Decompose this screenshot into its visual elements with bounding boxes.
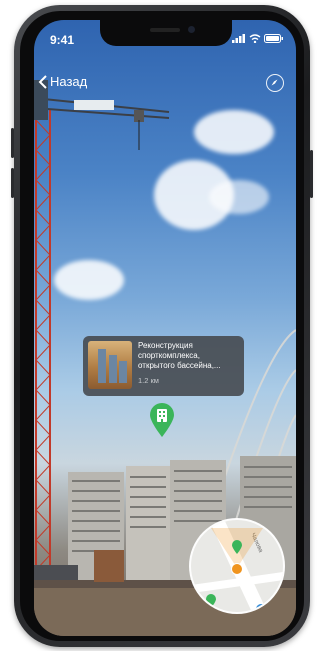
status-time: 9:41 [50,33,75,47]
object-info-card[interactable]: Реконструкция спорткомплекса, открытого … [83,336,244,396]
ar-camera-view[interactable]: 9:41 Назад Реконструкция спорткомплекса,… [34,20,296,636]
user-location-marker [231,563,243,575]
chevron-left-icon [38,74,47,89]
volume-down-button [11,168,14,198]
object-thumbnail [88,341,132,389]
object-distance: 1.2 км [138,376,159,385]
wifi-icon [249,34,261,43]
minimap[interactable]: Чалова [189,518,285,614]
back-button[interactable]: Назад [38,74,87,89]
compass-icon [271,79,278,86]
speaker [150,28,180,32]
battery-icon [264,34,283,43]
notch [100,20,232,46]
power-button [310,150,313,198]
status-icons [232,34,284,43]
minimap-pin-green-icon[interactable] [205,594,217,609]
front-camera [188,26,195,33]
signal-icon [232,34,245,43]
building-pin-icon[interactable] [148,402,176,438]
minimap-pin-green-icon[interactable] [231,540,243,555]
back-label: Назад [50,74,88,89]
object-title: Реконструкция спорткомплекса, открытого … [138,341,221,370]
compass-button[interactable] [266,74,284,92]
volume-up-button [11,128,14,158]
